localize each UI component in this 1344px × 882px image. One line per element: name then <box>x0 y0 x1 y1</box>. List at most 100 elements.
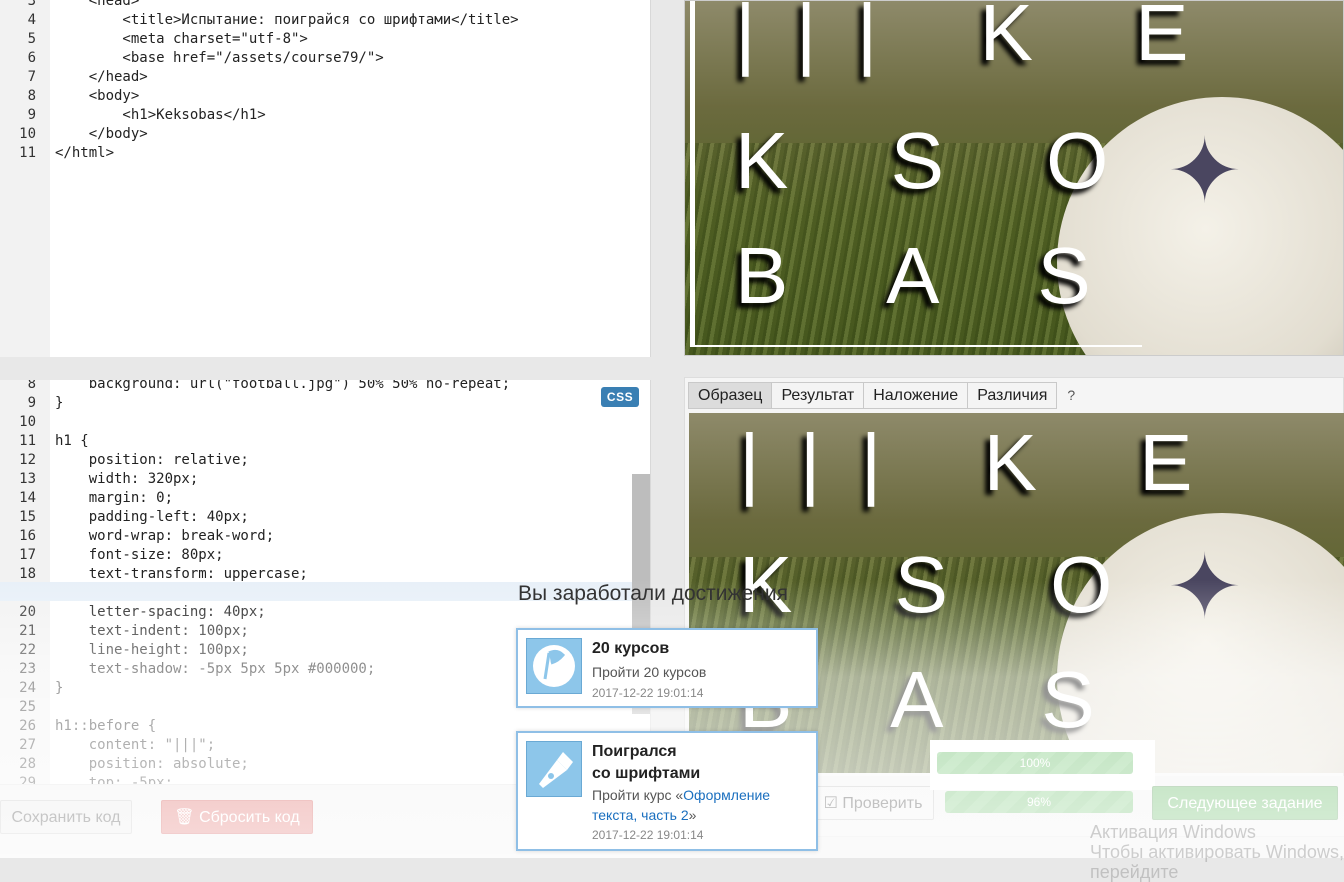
trash-icon: 🗑 <box>174 809 195 826</box>
line-number: 26 <box>19 718 36 734</box>
code-text[interactable]: word-wrap: break-word; <box>55 527 274 546</box>
code-line[interactable]: 8 background: url("football.jpg") 50% 50… <box>0 380 630 394</box>
flag-icon <box>526 638 582 694</box>
line-number: 16 <box>19 528 36 544</box>
check-icon: ☑ <box>823 795 838 812</box>
code-line[interactable]: 3 <head> <box>0 0 630 11</box>
code-line[interactable]: 9 <h1>Keksobas</h1> <box>0 106 630 125</box>
code-text[interactable]: top: -5px; <box>55 774 173 784</box>
code-line[interactable]: 10 <box>0 413 630 432</box>
windows-activation-watermark: Активация Windows Чтобы активировать Win… <box>1090 822 1344 882</box>
heading-line-3: B A S <box>735 231 1131 320</box>
code-text[interactable]: } <box>55 394 63 413</box>
code-line[interactable]: 7 </head> <box>0 68 630 87</box>
check-button[interactable]: ☑ Проверить <box>812 786 934 820</box>
code-line[interactable]: 12 position: relative; <box>0 451 630 470</box>
code-text[interactable]: <body> <box>55 87 140 106</box>
line-number: 12 <box>19 452 36 468</box>
achievement-desc-prefix: Пройти курс « <box>592 787 684 803</box>
code-line[interactable]: 15 padding-left: 40px; <box>0 508 630 527</box>
check-progress-label: 96% <box>1026 795 1052 809</box>
code-text[interactable]: </head> <box>55 68 148 87</box>
save-code-button[interactable]: Сохранить код <box>0 800 132 834</box>
achievements-title: Вы заработали достижения <box>518 582 788 605</box>
code-text[interactable]: <title>Испытание: поиграйся со шрифтами<… <box>55 11 518 30</box>
code-text[interactable]: padding-left: 40px; <box>55 508 249 527</box>
code-line[interactable]: 5 <meta charset="utf-8"> <box>0 30 630 49</box>
code-text[interactable]: </html> <box>55 144 114 163</box>
code-text[interactable]: position: absolute; <box>55 755 249 774</box>
line-number: 21 <box>19 623 36 639</box>
code-line[interactable]: 14 margin: 0; <box>0 489 630 508</box>
achievement-card[interactable]: 20 курсов Пройти 20 курсов 2017-12-22 19… <box>516 628 818 708</box>
code-text[interactable]: <head> <box>55 0 140 11</box>
code-text[interactable]: background: url("football.jpg") 50% 50% … <box>55 380 510 394</box>
code-text[interactable]: h1 { <box>55 432 89 451</box>
code-line[interactable]: 17 font-size: 80px; <box>0 546 630 565</box>
preview-frame-line <box>690 345 1142 347</box>
line-number: 25 <box>19 699 36 715</box>
achievement-name: Поигрался со шрифтами <box>592 741 700 785</box>
code-line[interactable]: 8 <body> <box>0 87 630 106</box>
line-number: 10 <box>19 126 36 142</box>
code-text[interactable]: text-shadow: -5px 5px 5px #000000; <box>55 660 376 679</box>
code-text[interactable]: line-height: 100px; <box>55 641 249 660</box>
achievement-date: 2017-12-22 19:01:14 <box>592 828 704 842</box>
code-text[interactable]: width: 320px; <box>55 470 199 489</box>
line-number: 27 <box>19 737 36 753</box>
code-line[interactable]: 11 h1 { <box>0 432 630 451</box>
tab-diff[interactable]: Различия <box>967 382 1058 409</box>
pen-nib-icon <box>526 741 582 797</box>
code-text[interactable]: <base href="/assets/course79/"> <box>55 49 383 68</box>
code-text[interactable]: position: relative; <box>55 451 249 470</box>
reset-code-label: Сбросить код <box>199 809 300 826</box>
achievement-desc-suffix: » <box>688 807 697 823</box>
next-task-button[interactable]: Следующее задание <box>1152 786 1338 820</box>
code-text[interactable]: font-size: 80px; <box>55 546 224 565</box>
code-text[interactable]: text-indent: 100px; <box>55 622 249 641</box>
code-text[interactable]: } <box>55 679 63 698</box>
result-progress-label: 100% <box>1019 756 1051 770</box>
code-line[interactable]: 16 word-wrap: break-word; <box>0 527 630 546</box>
line-number: 14 <box>19 490 36 506</box>
tab-sample[interactable]: Образец <box>688 382 773 409</box>
result-preview: ✦ ||| K E K S O B A S <box>684 0 1344 356</box>
check-label: Проверить <box>842 795 923 812</box>
code-text[interactable]: h1::before { <box>55 717 156 736</box>
line-number: 24 <box>19 680 36 696</box>
line-number: 3 <box>27 0 36 9</box>
achievement-name-line2: со шрифтами <box>592 765 701 782</box>
code-text[interactable]: <meta charset="utf-8"> <box>55 30 307 49</box>
help-icon[interactable]: ? <box>1056 382 1086 409</box>
code-line[interactable]: 13 width: 320px; <box>0 470 630 489</box>
code-text[interactable]: </body> <box>55 125 148 144</box>
heading-line-1: ||| K E <box>735 0 1229 77</box>
check-progress-bar: 96% <box>945 791 1133 813</box>
code-text[interactable]: content: "|||"; <box>55 736 215 755</box>
code-text[interactable]: <h1>Keksobas</h1> <box>55 106 265 125</box>
line-number: 9 <box>27 107 36 123</box>
code-text[interactable]: margin: 0; <box>55 489 173 508</box>
tab-overlay[interactable]: Наложение <box>863 382 969 409</box>
line-number: 20 <box>19 604 36 620</box>
watermark-line-2: Чтобы активировать Windows, перейдите <box>1090 842 1344 882</box>
reset-code-button[interactable]: 🗑 Сбросить код <box>161 800 313 834</box>
heading-line-1: ||| K E <box>739 418 1233 507</box>
tab-result[interactable]: Результат <box>771 382 865 409</box>
line-number: 22 <box>19 642 36 658</box>
heading-line-2: K S O <box>735 116 1149 205</box>
heading-line-2: K S O <box>739 540 1153 629</box>
achievement-desc: Пройти курс «Оформление текста, часть 2» <box>592 785 792 825</box>
line-number: 11 <box>19 145 36 161</box>
code-line[interactable]: 11 </html> <box>0 144 630 163</box>
line-number: 8 <box>27 88 36 104</box>
achievement-card[interactable]: Поигрался со шрифтами Пройти курс «Оформ… <box>516 731 818 851</box>
achievement-date: 2017-12-22 19:01:14 <box>592 686 704 700</box>
code-line[interactable]: 6 <base href="/assets/course79/"> <box>0 49 630 68</box>
code-line[interactable]: 4 <title>Испытание: поиграйся со шрифтам… <box>0 11 630 30</box>
code-line[interactable]: 9} <box>0 394 630 413</box>
line-number: 6 <box>27 50 36 66</box>
html-code-editor[interactable]: 3 <head> 4 <title>Испытание: поиграйся со… <box>0 0 651 357</box>
code-line[interactable]: 10 </body> <box>0 125 630 144</box>
code-text[interactable]: letter-spacing: 40px; <box>55 603 266 622</box>
